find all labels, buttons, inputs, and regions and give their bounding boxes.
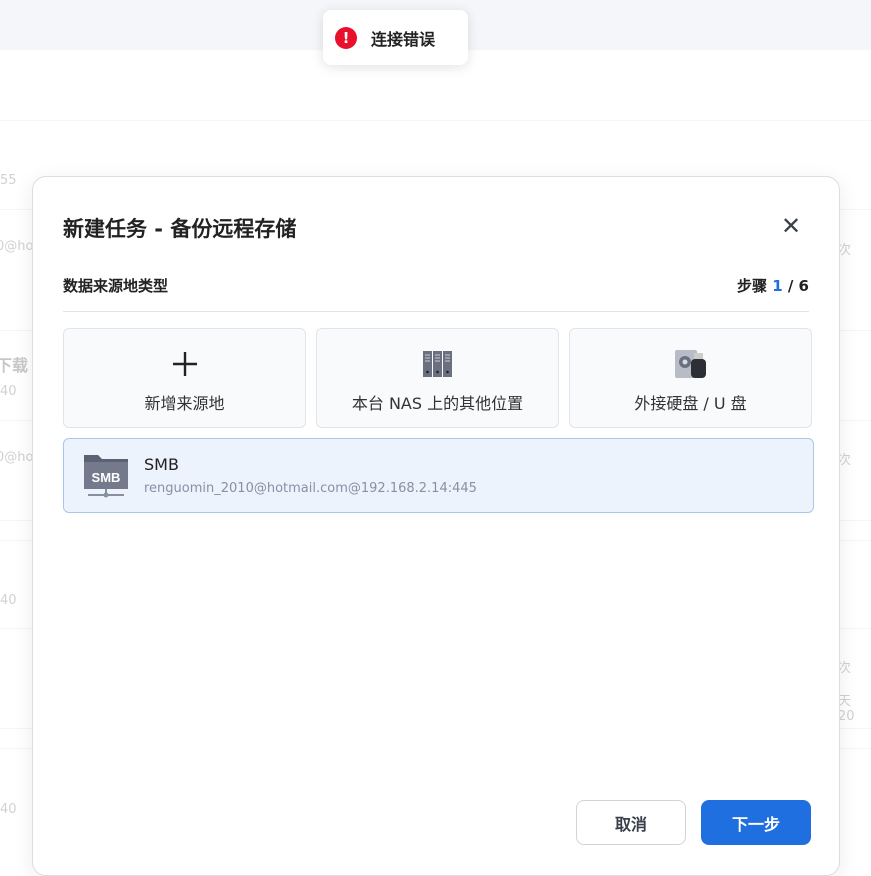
- source-address: renguomin_2010@hotmail.com@192.168.2.14:…: [144, 481, 477, 496]
- divider: [63, 311, 809, 312]
- add-source-option[interactable]: 新增来源地: [63, 328, 306, 428]
- cancel-button[interactable]: 取消: [576, 800, 686, 845]
- option-label: 新增来源地: [144, 394, 225, 413]
- step-label: 步骤: [736, 277, 767, 295]
- error-toast: ! 连接错误: [323, 10, 468, 65]
- step-total: / 6: [787, 277, 809, 295]
- next-button[interactable]: 下一步: [701, 800, 811, 845]
- new-task-dialog: 新建任务 - 备份远程存储 ✕ 数据来源地类型 步骤 1 / 6 新增来源地 本…: [32, 176, 840, 876]
- error-icon: !: [335, 26, 357, 49]
- external-drive-option[interactable]: 外接硬盘 / U 盘: [569, 328, 812, 428]
- usb-drive-icon: [674, 349, 708, 379]
- smb-source-item[interactable]: SMB SMB renguomin_2010@hotmail.com@192.1…: [63, 438, 814, 513]
- toast-text: 连接错误: [371, 29, 436, 49]
- close-icon[interactable]: ✕: [781, 212, 801, 240]
- dialog-title: 新建任务 - 备份远程存储: [63, 217, 297, 241]
- option-label: 外接硬盘 / U 盘: [634, 394, 747, 413]
- step-current: 1: [772, 277, 783, 295]
- option-label: 本台 NAS 上的其他位置: [351, 394, 524, 413]
- smb-folder-icon: SMB: [84, 455, 128, 498]
- svg-text:SMB: SMB: [92, 470, 121, 485]
- source-name: SMB: [144, 455, 179, 474]
- nas-server-icon: [422, 349, 454, 379]
- step-indicator: 步骤 1 / 6: [737, 275, 809, 296]
- plus-icon: [172, 349, 198, 379]
- local-nas-option[interactable]: 本台 NAS 上的其他位置: [316, 328, 559, 428]
- section-title: 数据来源地类型: [63, 277, 169, 295]
